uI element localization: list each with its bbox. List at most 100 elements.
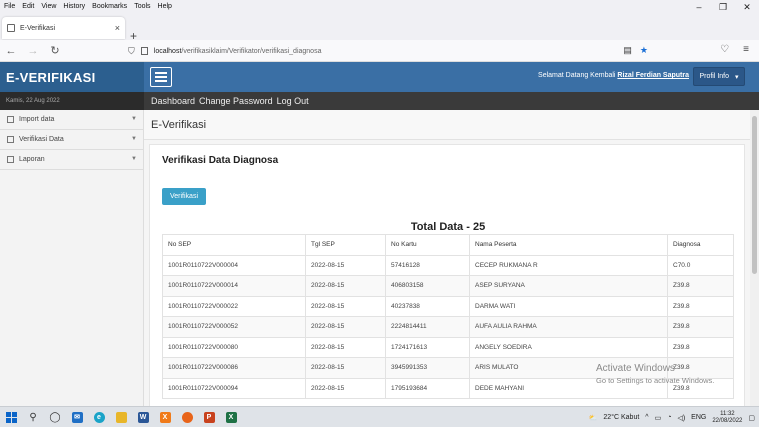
welcome-text: Selamat Datang Kembali Rizal Ferdian Sap… bbox=[538, 72, 689, 79]
navigation-bar: ← → ↻ ⛉ localhost/verifikasiklaim/Verifi… bbox=[0, 40, 759, 62]
table-cell: 1001R0110722V000014 bbox=[162, 275, 306, 297]
network-icon[interactable]: ▭ bbox=[655, 414, 662, 422]
table-cell: AUFA AULIA RAHMA bbox=[469, 316, 668, 338]
column-header: No Kartu bbox=[385, 234, 470, 256]
tab-strip: E-Verifikasi × + bbox=[0, 12, 759, 43]
quick-links: Dashboard Change Password Log Out bbox=[144, 92, 759, 110]
watermark-subtitle: Go to Settings to activate Windows. bbox=[596, 376, 715, 385]
table-cell: CECEP RUKMANA R bbox=[469, 254, 668, 276]
sidebar-item-label: Laporan bbox=[19, 156, 45, 163]
list-icon bbox=[7, 116, 14, 123]
brand-logo[interactable]: E-VERIFIKASI bbox=[0, 62, 144, 92]
table-cell: 1001R0110722V000080 bbox=[162, 336, 306, 358]
table-cell: 406803158 bbox=[385, 275, 470, 297]
clock-time: 11:32 bbox=[720, 410, 735, 417]
system-tray: ⛅ 22°C Kabut ^ ▭ ◔ ◁) ENG 11:32 22/08/20… bbox=[589, 407, 759, 427]
table-cell: 57416128 bbox=[385, 254, 470, 276]
table-cell: 2022-08-15 bbox=[305, 336, 386, 358]
bookmark-star-icon[interactable]: ★ bbox=[640, 45, 648, 56]
powerpoint-icon[interactable]: P bbox=[198, 407, 220, 427]
main-content: E-Verifikasi Verifikasi Data Diagnosa Ve… bbox=[144, 110, 759, 406]
task-view-icon[interactable]: ◯ bbox=[44, 407, 66, 427]
profil-info-label: Profil Info bbox=[699, 73, 730, 80]
page-info-icon[interactable] bbox=[140, 47, 148, 55]
url-bar[interactable]: ⛉ localhost/verifikasiklaim/Verifikator/… bbox=[128, 43, 656, 59]
menu-view[interactable]: View bbox=[41, 3, 56, 10]
table-row: 1001R0110722V000022 2022-08-15 40237838 DAR… bbox=[162, 295, 734, 317]
table-cell: 1001R0110722V000022 bbox=[162, 295, 306, 317]
table-cell: 1724171613 bbox=[385, 336, 470, 358]
menu-help[interactable]: Help bbox=[158, 3, 172, 10]
windows-start-icon[interactable] bbox=[0, 407, 22, 427]
search-icon[interactable]: ⚲ bbox=[22, 407, 44, 427]
table-cell: 1001R0110722V000094 bbox=[162, 377, 306, 399]
excel-icon[interactable]: X bbox=[220, 407, 242, 427]
caret-down-icon: ▾ bbox=[735, 73, 739, 81]
weather-icon[interactable]: ⛅ bbox=[589, 414, 598, 422]
date-display: Kamis, 22 Aug 2022 bbox=[0, 92, 144, 110]
menu-file[interactable]: File bbox=[4, 3, 15, 10]
browser-tab[interactable]: E-Verifikasi × bbox=[2, 17, 125, 39]
logout-link[interactable]: Log Out bbox=[277, 96, 309, 106]
column-header: Diagnosa bbox=[667, 234, 734, 256]
url-path: /verifikasiklaim/Verifikator/verifikasi_… bbox=[181, 47, 322, 55]
table-cell: 2022-08-15 bbox=[305, 254, 386, 276]
browser-menubar: File Edit View History Bookmarks Tools H… bbox=[0, 0, 759, 12]
table-cell: 3945991353 bbox=[385, 357, 470, 379]
shield-icon[interactable]: ⛉ bbox=[128, 46, 135, 57]
sidebar-item-laporan[interactable]: Laporan ▼ bbox=[0, 150, 143, 170]
page-title: E-Verifikasi bbox=[144, 110, 759, 140]
column-header: No SEP bbox=[162, 234, 306, 256]
column-header: Nama Peserta bbox=[469, 234, 668, 256]
clock[interactable]: 11:32 22/08/2022 bbox=[712, 411, 742, 425]
close-tab-icon[interactable]: × bbox=[115, 23, 120, 33]
menu-history[interactable]: History bbox=[63, 3, 85, 10]
watermark-title: Activate Windows bbox=[596, 363, 675, 374]
firefox-icon[interactable] bbox=[176, 407, 198, 427]
page-scrollbar[interactable] bbox=[750, 110, 759, 406]
volume-icon[interactable]: ◁) bbox=[677, 414, 685, 422]
reader-view-icon[interactable]: ▤ bbox=[623, 45, 632, 56]
table-cell: 1795193684 bbox=[385, 377, 470, 399]
edge-icon[interactable]: e bbox=[88, 407, 110, 427]
table-cell: Z39.8 bbox=[667, 316, 734, 338]
sidebar-item-label: Import data bbox=[19, 116, 55, 123]
menu-tools[interactable]: Tools bbox=[134, 3, 150, 10]
app-menu-icon[interactable]: ≡ bbox=[743, 44, 749, 55]
dashboard-link[interactable]: Dashboard bbox=[151, 96, 195, 106]
xampp-icon[interactable]: X bbox=[154, 407, 176, 427]
sidebar-item-verifikasi-data[interactable]: Verifikasi Data ▼ bbox=[0, 130, 143, 150]
chevron-up-icon[interactable]: ^ bbox=[645, 414, 648, 421]
table-cell: 2022-08-15 bbox=[305, 275, 386, 297]
tab-title: E-Verifikasi bbox=[20, 24, 56, 32]
table-row: 1001R0110722V000080 2022-08-15 1724171613 A… bbox=[162, 336, 734, 358]
menu-bookmarks[interactable]: Bookmarks bbox=[92, 3, 127, 10]
reload-icon[interactable]: ↻ bbox=[44, 44, 66, 57]
user-name-link[interactable]: Rizal Ferdian Saputra bbox=[617, 72, 689, 79]
pocket-icon[interactable]: ♡ bbox=[720, 44, 729, 55]
table-cell: 1001R0110722V000052 bbox=[162, 316, 306, 338]
change-password-link[interactable]: Change Password bbox=[199, 96, 273, 106]
verifikasi-button[interactable]: Verifikasi bbox=[162, 188, 206, 205]
sidebar-item-import-data[interactable]: Import data ▼ bbox=[0, 110, 143, 130]
menu-edit[interactable]: Edit bbox=[22, 3, 34, 10]
caret-down-icon: ▼ bbox=[131, 136, 137, 142]
hamburger-menu-icon[interactable] bbox=[150, 67, 172, 87]
notification-icon[interactable]: ▢ bbox=[748, 414, 755, 422]
forward-icon[interactable]: → bbox=[22, 45, 44, 57]
word-icon[interactable]: W bbox=[132, 407, 154, 427]
table-cell: ANGELY SOEDIRA bbox=[469, 336, 668, 358]
welcome-prefix: Selamat Datang Kembali bbox=[538, 72, 616, 79]
back-icon[interactable]: ← bbox=[0, 45, 22, 57]
wifi-icon[interactable]: ◔ bbox=[667, 414, 671, 421]
scrollbar-thumb[interactable] bbox=[752, 116, 757, 274]
language-indicator[interactable]: ENG bbox=[691, 414, 706, 421]
file-explorer-icon[interactable] bbox=[110, 407, 132, 427]
profil-info-button[interactable]: Profil Info ▾ bbox=[693, 67, 745, 86]
table-cell: 2022-08-15 bbox=[305, 295, 386, 317]
weather-text[interactable]: 22°C Kabut bbox=[603, 414, 639, 421]
caret-down-icon: ▼ bbox=[131, 116, 137, 122]
table-cell: Z39.8 bbox=[667, 336, 734, 358]
web-app: E-VERIFIKASI Selamat Datang Kembali Riza… bbox=[0, 62, 759, 406]
mail-icon[interactable]: ✉ bbox=[66, 407, 88, 427]
